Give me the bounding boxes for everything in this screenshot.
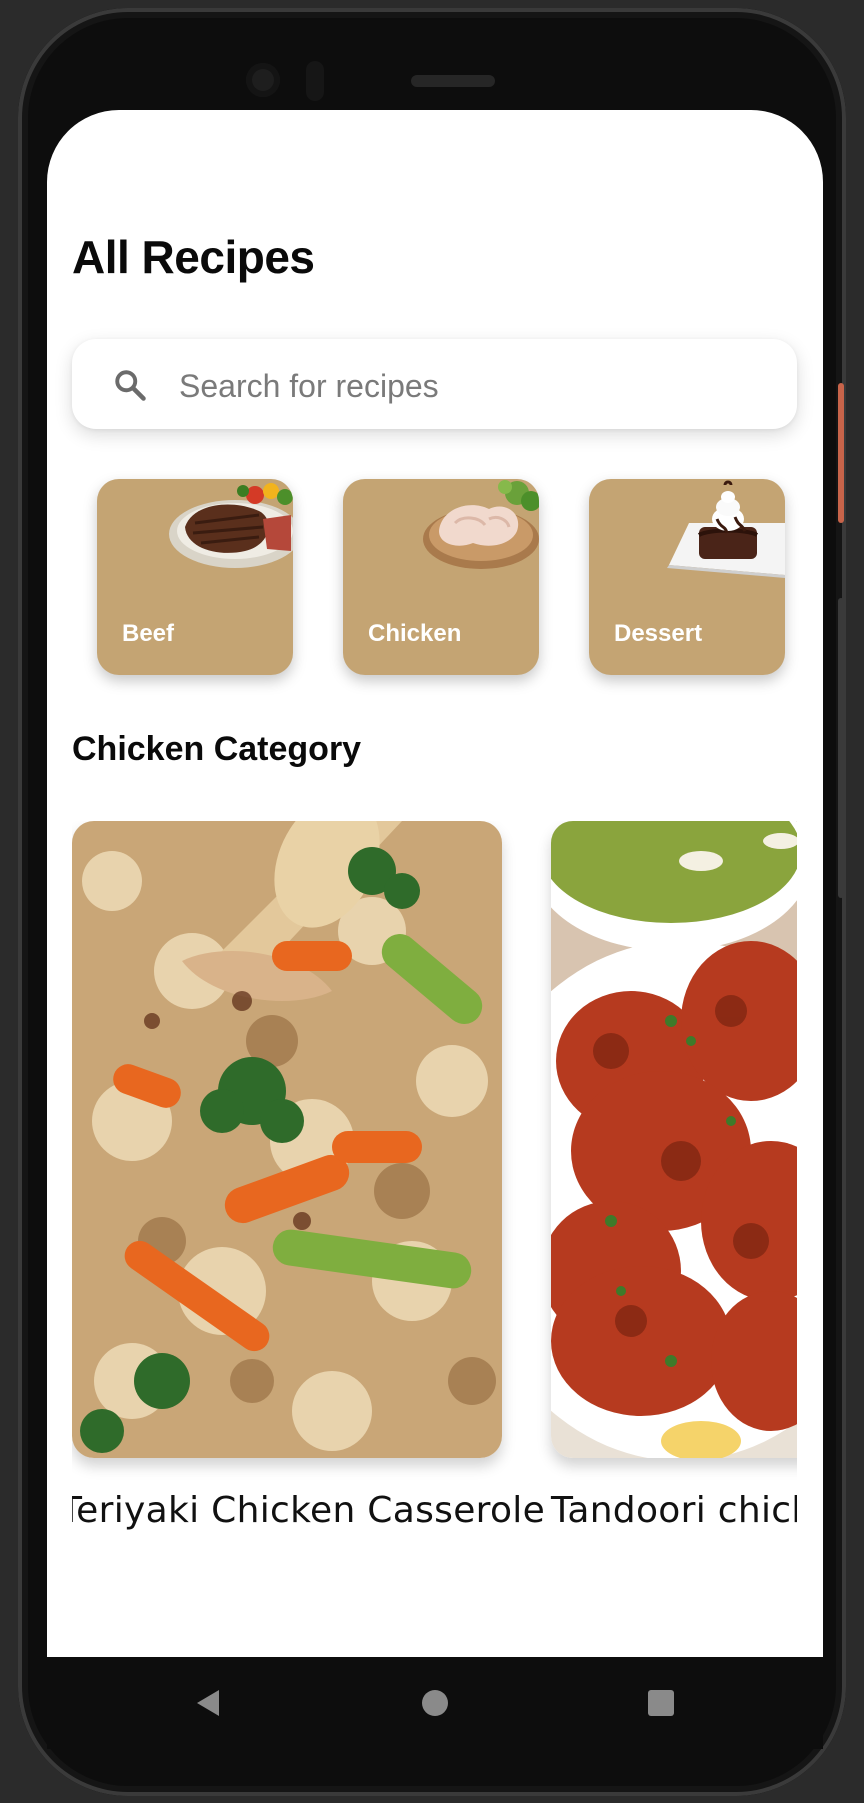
front-camera	[246, 63, 280, 97]
power-button	[838, 383, 844, 523]
recipe-carousel[interactable]: Teriyaki Chicken Casserole Tandoori chic	[72, 821, 797, 1541]
search-icon	[115, 370, 146, 401]
category-card-dessert[interactable]: Dessert	[589, 479, 785, 675]
recipe-name: Tandoori chicken	[551, 1490, 797, 1531]
category-card-chicken[interactable]: Chicken	[343, 479, 539, 675]
category-label: Chicken	[368, 620, 462, 647]
volume-button	[838, 598, 844, 898]
section-title: Chicken Category	[72, 730, 362, 768]
chocolate-dessert-image	[667, 480, 785, 578]
proximity-sensor	[306, 61, 324, 101]
recipe-name: Teriyaki Chicken Casserole	[72, 1490, 546, 1531]
category-label: Beef	[122, 620, 175, 647]
app-screen: All Recipes Beef	[47, 110, 823, 1657]
teriyaki-casserole-image	[72, 821, 502, 1458]
earpiece-speaker	[411, 75, 495, 87]
category-card-beef[interactable]: Beef	[97, 479, 293, 675]
system-navigation-bar	[47, 1657, 823, 1749]
search-input[interactable]	[177, 357, 761, 415]
page-title: All Recipes	[72, 231, 315, 283]
search-bar[interactable]	[72, 339, 797, 429]
home-icon[interactable]	[407, 1675, 463, 1731]
raw-chicken-image	[423, 480, 539, 569]
beef-steak-image	[169, 483, 293, 568]
recents-icon[interactable]	[633, 1675, 689, 1731]
tandoori-chicken-image	[551, 821, 797, 1458]
category-label: Dessert	[614, 620, 703, 647]
back-icon[interactable]	[181, 1675, 237, 1731]
